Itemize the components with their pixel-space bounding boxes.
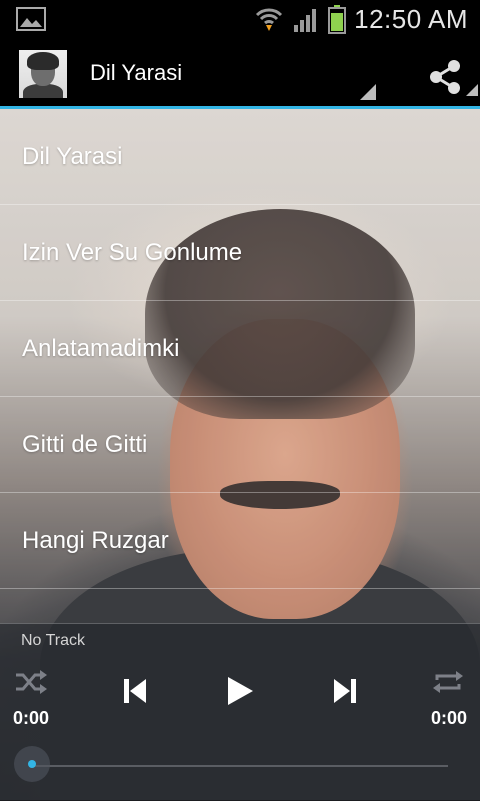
list-item[interactable]: Gitti de Gitti [0, 397, 480, 493]
wifi-icon [256, 8, 283, 31]
shuffle-icon[interactable] [14, 668, 48, 696]
track-title: Izin Ver Su Gonlume [22, 238, 243, 266]
seek-bar[interactable] [32, 765, 448, 767]
title-dropdown-indicator [360, 84, 376, 100]
page-title[interactable]: Dil Yarasi [90, 60, 182, 86]
track-title: Dil Yarasi [22, 142, 123, 170]
track-title: Gitti de Gitti [22, 430, 148, 458]
seek-thumb[interactable] [14, 746, 50, 782]
battery-icon [328, 5, 347, 34]
list-item[interactable]: Anlatamadimki [0, 301, 480, 397]
action-bar: Dil Yarasi [0, 38, 480, 109]
now-playing-label: No Track [21, 632, 86, 649]
track-title: Anlatamadimki [22, 334, 180, 362]
share-dropdown-indicator [466, 84, 478, 96]
track-title: Hangi Ruzgar [22, 526, 169, 554]
elapsed-time: 0:00 [13, 708, 50, 728]
total-time: 0:00 [430, 708, 467, 728]
list-item[interactable]: Dil Yarasi [0, 109, 480, 205]
app-avatar[interactable] [19, 50, 67, 98]
repeat-icon[interactable] [431, 668, 465, 696]
share-icon[interactable] [426, 52, 466, 102]
track-list: Dil Yarasi Izin Ver Su Gonlume Anlatamad… [0, 109, 480, 589]
clock: 12:50 AM [354, 3, 468, 34]
list-item[interactable]: Hangi Ruzgar [0, 493, 480, 589]
previous-icon[interactable] [121, 676, 149, 706]
status-bar: 12:50 AM [0, 0, 480, 38]
next-icon[interactable] [331, 676, 359, 706]
play-icon[interactable] [224, 674, 256, 708]
signal-icon [294, 9, 317, 32]
list-item[interactable]: Izin Ver Su Gonlume [0, 205, 480, 301]
player-panel: No Track 0:00 0:00 [0, 623, 480, 801]
gallery-icon [16, 7, 46, 31]
